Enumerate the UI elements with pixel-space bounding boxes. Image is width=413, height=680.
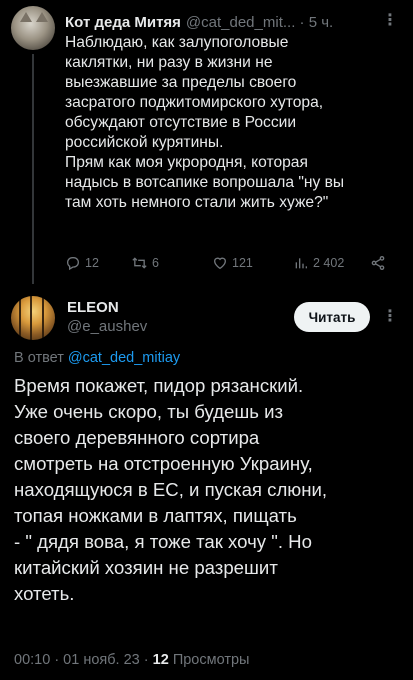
- parent-avatar[interactable]: [11, 6, 55, 50]
- retweet-button[interactable]: 6: [131, 255, 159, 271]
- reply-meta: 00:10 · 01 нояб. 23 · 12 Просмотры: [14, 652, 249, 668]
- reply-tweet-text: Время покажет, пидор рязанский. Уже очен…: [14, 373, 409, 607]
- separator: ·: [299, 13, 305, 31]
- reply-to-prefix: В ответ: [14, 350, 64, 366]
- reply-author-name[interactable]: ELEON: [67, 299, 119, 316]
- text-line: Время покажет, пидор рязанский.: [14, 375, 304, 396]
- reply-author-handle[interactable]: @e_aushev: [67, 318, 147, 335]
- text-line: надысь в вотсапике вопрошала "ну вы: [65, 174, 345, 191]
- action-bar: 12 6 121 2 402: [65, 253, 395, 273]
- reply-icon: [67, 257, 79, 271]
- text-line: засратого поджитомирского хутора,: [65, 94, 324, 111]
- thread-line: [32, 54, 34, 284]
- more-icon[interactable]: ⋮: [382, 306, 399, 326]
- retweet-count: 6: [152, 256, 159, 270]
- reply-button[interactable]: 12: [65, 255, 99, 271]
- parent-timestamp[interactable]: 5 ч.: [309, 14, 334, 31]
- like-icon: [213, 257, 227, 270]
- cat-ear: [36, 12, 48, 22]
- text-line: Наблюдаю, как залупоголовые: [65, 34, 289, 51]
- parent-tweet[interactable]: Кот деда Митяя @cat_ded_mit... · 5 ч. ⋮ …: [0, 0, 413, 290]
- parent-author-name[interactable]: Кот деда Митяя: [65, 14, 181, 31]
- text-line: находящуюся в ЕС, и пуская слюни,: [14, 479, 328, 500]
- text-line: выезжавшие за пределы своего: [65, 74, 297, 91]
- reply-to-mention[interactable]: @cat_ded_mitiay: [68, 350, 180, 366]
- reply-count: 12: [85, 256, 99, 270]
- follow-button[interactable]: Читать: [294, 302, 370, 332]
- cat-ear: [20, 12, 32, 22]
- parent-header: Кот деда Митяя @cat_ded_mit... · 5 ч.: [65, 11, 401, 33]
- views-icon: [295, 258, 307, 269]
- reply-timestamp[interactable]: 00:10 · 01 нояб. 23 ·: [14, 652, 149, 668]
- reply-tweet: ELEON @e_aushev Читать ⋮ В ответ @cat_de…: [0, 290, 413, 680]
- text-line: хотеть.: [14, 583, 75, 604]
- reply-to-line: В ответ @cat_ded_mitiay: [14, 350, 180, 366]
- reply-views-count: 12: [152, 652, 169, 668]
- text-line: своего деревянного сортира: [14, 427, 260, 448]
- like-button[interactable]: 121: [212, 255, 253, 271]
- retweet-icon: [132, 257, 147, 269]
- more-icon[interactable]: ⋮: [382, 10, 399, 30]
- like-count: 121: [232, 256, 253, 270]
- text-line: российской курятины.: [65, 134, 224, 151]
- views-button[interactable]: 2 402: [293, 255, 344, 271]
- share-button[interactable]: [370, 255, 386, 271]
- share-icon: [371, 255, 385, 270]
- views-count: 2 402: [313, 256, 345, 270]
- text-line: обсуждают отсутствие в России: [65, 114, 297, 131]
- text-line: Уже очень скоро, ты будешь из: [14, 401, 284, 422]
- parent-tweet-text: Наблюдаю, как залупоголовые каклятки, ни…: [65, 33, 400, 213]
- text-line: китайский хозяин не разрешит: [14, 557, 278, 578]
- text-line: каклятки, ни разу в жизни не: [65, 54, 273, 71]
- text-line: смотреть на отстроенную Украину,: [14, 453, 313, 474]
- parent-author-handle[interactable]: @cat_ded_mit...: [186, 14, 295, 31]
- text-line: Прям как моя укрородня, которая: [65, 154, 308, 171]
- text-line: топая ножками в лаптях, пищать: [14, 505, 297, 526]
- reply-views-label: Просмотры: [172, 652, 250, 668]
- text-line: там хоть немного стали жить хуже?": [65, 194, 329, 211]
- text-line: - " дядя вова, я тоже так хочу ". Но: [14, 531, 312, 552]
- reply-avatar[interactable]: [11, 296, 55, 340]
